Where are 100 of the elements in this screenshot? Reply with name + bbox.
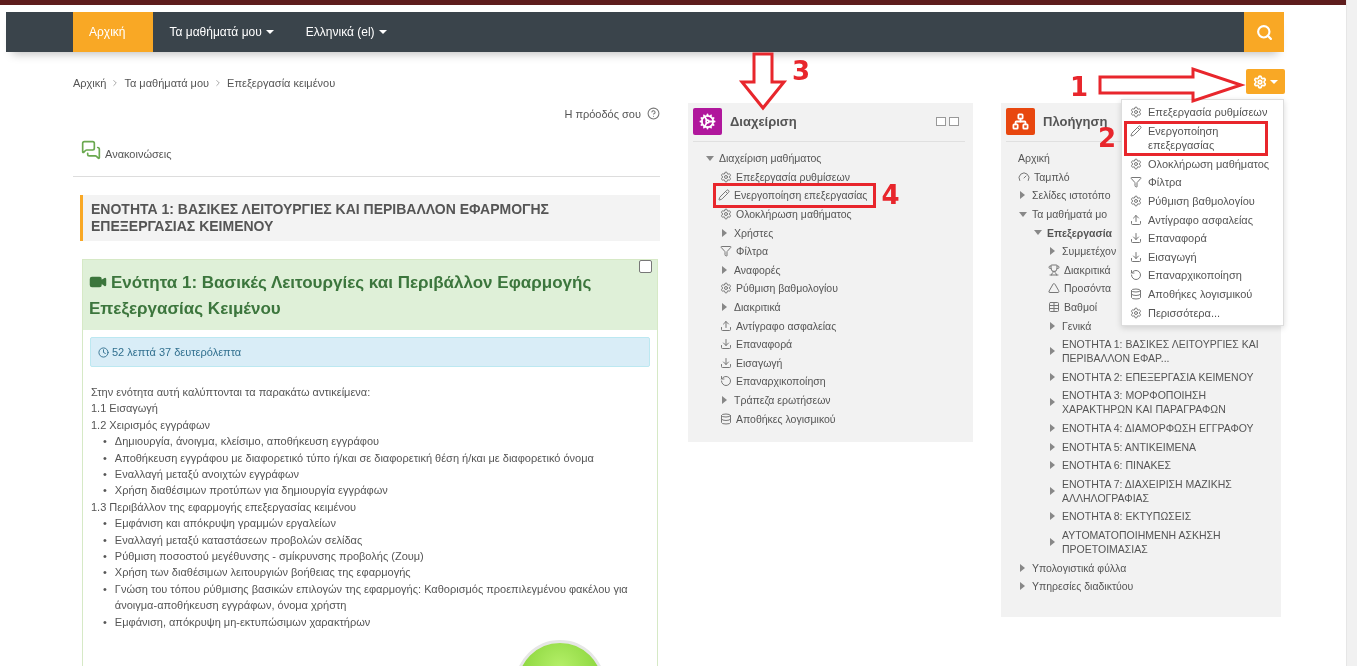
menu-item[interactable]: Επεξεργασία ρυθμίσεων [1122, 103, 1283, 122]
breadcrumb-link[interactable]: Αρχική [73, 76, 107, 89]
caret-icon[interactable] [1019, 211, 1027, 217]
tree-item[interactable]: Χρήστες [734, 225, 774, 240]
activity-title[interactable]: Ενότητα 1: Βασικές Λειτουργίες και Περιβάλλον Εφαρμογής Επεξεργασίας Κειμένου [89, 270, 629, 322]
tree-item[interactable]: ΕΝΟΤΗΤΑ 1: ΒΑΣΙΚΕΣ ΛΕΙΤΟΥΡΓΙΕΣ ΚΑΙ ΠΕΡΙΒΑΛΛΟΝ ΕΦΑΡ... [1062, 337, 1273, 366]
caret-icon[interactable] [1020, 191, 1025, 200]
tree-item[interactable]: Αναφορές [734, 262, 781, 277]
caret-icon[interactable] [1050, 347, 1055, 356]
tree-item[interactable]: Επεξεργασία ρυθμίσεων [736, 169, 850, 184]
nav-link[interactable]: Ελληνικά (el) [289, 12, 403, 52]
menu-item[interactable]: Αντίγραφο ασφαλείας [1122, 210, 1283, 230]
tree-item[interactable]: Βαθμοί [1064, 300, 1098, 315]
progress-label: Η πρόοδός σου [564, 107, 641, 120]
announcements-link[interactable]: Ανακοινώσεις [105, 148, 172, 160]
caret-icon[interactable] [1020, 563, 1025, 572]
tree-item[interactable]: ΕΝΟΤΗΤΑ 8: ΕΚΤΥΠΩΣΕΙΣ [1062, 509, 1192, 524]
menu-item[interactable]: Επαναφορά [1122, 229, 1283, 248]
caret-icon[interactable] [1050, 512, 1055, 521]
clock-icon [98, 346, 109, 358]
collapse-icon[interactable] [936, 117, 946, 126]
search-button[interactable] [1244, 12, 1284, 52]
caret-icon[interactable] [706, 155, 714, 161]
caret-icon[interactable] [1050, 398, 1055, 407]
caret-icon[interactable] [1050, 424, 1055, 432]
caret-icon[interactable] [1050, 321, 1055, 330]
caret-icon[interactable] [722, 265, 727, 274]
menu-item[interactable]: Εισαγωγή [1122, 247, 1283, 267]
tree-item[interactable]: Αντίγραφο ασφαλείας [736, 318, 837, 333]
outline-item: Χρήση των διαθέσιμων λειτουργιών βοήθειας της εφαρμογής [114, 565, 411, 581]
dock-icon[interactable] [949, 117, 959, 126]
tree-item[interactable]: ΑΥΤΟΜΑΤΟΠΟΙΗΜΕΝΗ ΑΣΚΗΣΗ ΠΡΟΕΤΟΙΜΑΣΙΑΣ [1062, 528, 1273, 556]
caret-icon[interactable] [1050, 372, 1055, 381]
menu-item[interactable]: Επαναρχικοποίηση [1122, 266, 1283, 285]
outline-heading: 1.3 Περιβάλλον της εφαρμογής επεξεργασίας κειμένου [91, 499, 357, 515]
tree-item[interactable]: Υπηρεσίες διαδικτύου [1032, 579, 1134, 594]
tree-item[interactable]: Σελίδες ιστοτόπο [1032, 188, 1111, 203]
menu-item[interactable]: Φίλτρα [1122, 173, 1283, 192]
caret-icon[interactable] [1050, 538, 1055, 546]
tree-item[interactable]: ΕΝΟΤΗΤΑ 5: ΑΝΤΙΚΕΙΜΕΝΑ [1062, 439, 1196, 454]
tree-item[interactable]: Επαναφορά [736, 337, 793, 352]
breadcrumb-link[interactable]: Τα μαθήματά μου [124, 76, 210, 89]
caret-icon[interactable] [1034, 230, 1042, 236]
tree-item[interactable]: Επαναρχικοποίηση [736, 374, 826, 389]
caret-icon[interactable] [722, 303, 727, 312]
tree-item[interactable]: Αποθήκες λογισμικού [736, 411, 836, 426]
caret-icon[interactable] [1050, 486, 1055, 495]
caret-icon[interactable] [1050, 442, 1055, 451]
tree-item[interactable]: Ταμπλό [1034, 169, 1070, 184]
caret-icon[interactable] [1050, 461, 1055, 470]
menu-item[interactable]: Ολοκλήρωση μαθήματος [1122, 154, 1283, 174]
tree-item[interactable]: Φίλτρα [736, 244, 769, 259]
trophy-icon [1048, 263, 1060, 276]
pencil-icon [1130, 124, 1142, 137]
block-title: Πλοήγηση [1043, 114, 1108, 129]
tree-item[interactable]: Διακριτικά [1064, 262, 1111, 277]
tree-item[interactable]: Διαχείριση μαθήματος [719, 151, 822, 166]
tree-item[interactable]: Ρύθμιση βαθμολογίου [736, 281, 838, 296]
tree-item[interactable]: Προσόντα [1064, 281, 1112, 296]
caret-icon[interactable] [722, 228, 727, 237]
scrollbar[interactable] [1346, 0, 1357, 666]
caret-icon[interactable] [1050, 247, 1055, 256]
nav-link[interactable]: Τα μαθήματά μου [153, 12, 290, 52]
gear-icon [720, 282, 732, 295]
tree-item[interactable]: ΕΝΟΤΗΤΑ 6: ΠΙΝΑΚΕΣ [1062, 458, 1171, 473]
menu-item[interactable]: Αποθήκες λογισμικού [1122, 284, 1283, 304]
breadcrumb-link[interactable]: Επεξεργασία κειμένου [227, 76, 336, 89]
tree-item[interactable]: Συμμετέχον [1062, 244, 1117, 259]
menu-item[interactable]: Ρύθμιση βαθμολογίου [1122, 191, 1283, 211]
bullet-marker: • [103, 467, 107, 483]
tree-item[interactable]: Τράπεζα ερωτήσεων [734, 393, 831, 407]
caret-icon[interactable] [1020, 582, 1025, 591]
tree-item[interactable]: ΕΝΟΤΗΤΑ 3: ΜΟΡΦΟΠΟΙΗΣΗ ΧΑΡΑΚΤΗΡΩΝ ΚΑΙ ΠΑΡΑΓΡΑΦΩΝ [1062, 388, 1273, 417]
tree-item[interactable]: Αρχική [1018, 151, 1050, 166]
tree-item[interactable]: Τα μαθήματά μο [1032, 207, 1108, 222]
tree-item[interactable]: Γενικά [1062, 318, 1092, 333]
settings-button[interactable] [1246, 69, 1285, 94]
bullet-marker: • [103, 434, 107, 450]
download-icon [720, 338, 732, 351]
tree-item[interactable]: Υπολογιστικά φύλλα [1032, 560, 1127, 575]
gear-icon [1130, 306, 1142, 319]
completion-checkbox[interactable] [639, 260, 652, 273]
gear-icon [1130, 194, 1142, 207]
bullet-marker: • [103, 450, 107, 466]
gear-icon [1130, 157, 1142, 170]
tree-item[interactable]: ΕΝΟΤΗΤΑ 4: ΔΙΑΜΟΡΦΩΣΗ ΕΓΓΡΑΦΟΥ [1062, 421, 1254, 435]
tree-item[interactable]: Ολοκλήρωση μαθήματος [736, 207, 852, 222]
help-icon[interactable] [647, 107, 660, 120]
menu-item[interactable]: Περισσότερα... [1122, 303, 1283, 323]
menu-item[interactable]: Ενεργοποίηση επεξεργασίας [1125, 121, 1267, 155]
tree-item[interactable]: Ενεργοποίηση επεξεργασίας [734, 188, 868, 203]
tree-item[interactable]: ΕΝΟΤΗΤΑ 7: ΔΙΑΧΕΙΡΙΣΗ ΜΑΖΙΚΗΣ ΑΛΛΗΛΟΓΡΑΦΙΑΣ [1062, 476, 1273, 505]
outline-item: Εμφάνιση, απόκρυψη μη-εκτυπώσιμων χαρακτήρων [114, 614, 371, 630]
section-heading: ΕΝΟΤΗΤΑ 1: ΒΑΣΙΚΕΣ ΛΕΙΤΟΥΡΓΙΕΣ ΚΑΙ ΠΕΡΙΒΑΛΛΟΝ ΕΦΑΡΜΟΓΗΣ ΕΠΕΞΕΡΓΑΣΙΑΣ ΚΕΙΜΕΝΟΥ [80, 195, 660, 241]
caret-icon[interactable] [722, 396, 727, 404]
tree-item[interactable]: Διακριτικά [734, 300, 781, 315]
dashboard-icon [1018, 170, 1030, 183]
tree-item[interactable]: ΕΝΟΤΗΤΑ 2: ΕΠΕΞΕΡΓΑΣΙΑ ΚΕΙΜΕΝΟΥ [1062, 369, 1254, 384]
tree-item[interactable]: Εισαγωγή [736, 355, 783, 370]
tree-item[interactable]: Επεξεργασία [1047, 225, 1113, 240]
